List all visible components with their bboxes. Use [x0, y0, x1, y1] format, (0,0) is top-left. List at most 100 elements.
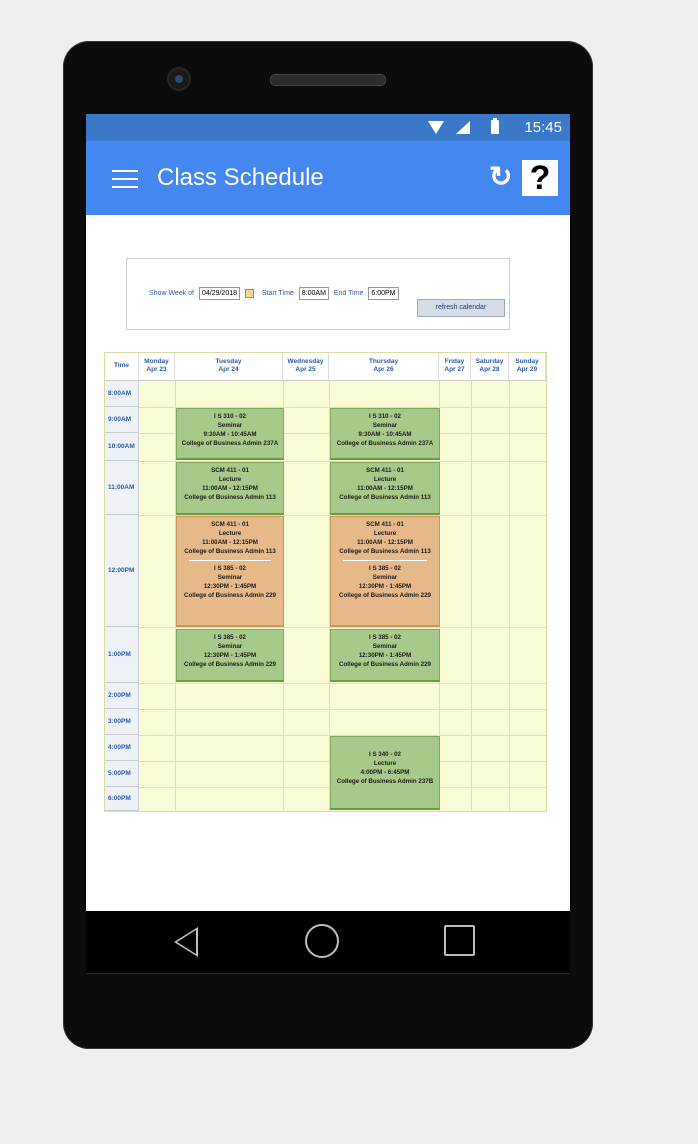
speaker-grille [270, 74, 386, 86]
end-time-label: End Time [333, 290, 364, 297]
event-location: College of Business Admin 113 [339, 548, 431, 555]
event-time: 9:30AM - 10:45AM [358, 431, 412, 438]
app-bar: Class Schedule ↻ ? [86, 141, 570, 215]
day-name: Friday [444, 358, 465, 365]
event-type: Lecture [218, 530, 242, 537]
day-header-wednesday: Wednesday Apr 25 [283, 353, 329, 381]
weekly-calendar: Time Monday Apr 23 Tuesday Apr 24 Wednesda… [104, 352, 547, 812]
grid-line [139, 683, 546, 684]
app-title: Class Schedule [157, 164, 324, 191]
event-course: SCM 411 - 01 [211, 521, 249, 528]
event-type: Seminar [372, 643, 398, 650]
show-week-label: Show Week of [149, 290, 195, 297]
time-label: 4:00PM [105, 735, 139, 761]
day-header-thursday: Thursday Apr 26 [329, 353, 439, 381]
phone-divider [86, 973, 570, 974]
event-separator [189, 560, 271, 561]
event-course: I S 385 - 02 [369, 565, 401, 572]
day-date: Apr 25 [295, 366, 316, 373]
day-header-friday: Friday Apr 27 [439, 353, 471, 381]
event-time: 11:00AM - 12:15PM [357, 485, 413, 492]
signal-icon [456, 121, 470, 134]
event-block[interactable]: I S 385 - 02 Seminar 12:30PM - 1:45PM Co… [176, 629, 284, 682]
event-separator [343, 560, 427, 561]
event-block-overlap[interactable]: SCM 411 - 01 Lecture 11:00AM - 12:15PM C… [176, 516, 284, 627]
event-location: College of Business Admin 113 [339, 494, 431, 501]
day-name: Saturday [475, 358, 504, 365]
time-label: 9:00AM [105, 407, 139, 433]
day-header-tuesday: Tuesday Apr 24 [175, 353, 283, 381]
event-block[interactable]: I S 310 - 02 Seminar 9:30AM - 10:45AM Co… [330, 408, 440, 460]
time-header: Time [105, 353, 139, 381]
day-name: Monday [144, 358, 169, 365]
time-label: 12:00PM [105, 515, 139, 627]
end-time-input[interactable]: 6:00PM [368, 287, 399, 300]
event-location: College of Business Admin 229 [184, 592, 276, 599]
event-course: I S 310 - 02 [214, 413, 246, 420]
grid-line [471, 381, 472, 811]
event-time: 11:00AM - 12:15PM [202, 485, 258, 492]
wifi-icon [428, 121, 444, 134]
time-label: 5:00PM [105, 761, 139, 787]
day-name: Sunday [515, 358, 539, 365]
menu-icon[interactable] [112, 170, 138, 188]
event-course: SCM 411 - 01 [366, 521, 404, 528]
event-block[interactable]: SCM 411 - 01 Lecture 11:00AM - 12:15PM C… [330, 462, 440, 515]
day-name: Tuesday [215, 358, 242, 365]
day-date: Apr 28 [479, 366, 500, 373]
event-time: 9:30AM - 10:45AM [203, 431, 257, 438]
event-time: 11:00AM - 12:15PM [357, 539, 413, 546]
grid-line [509, 381, 510, 811]
day-date: Apr 23 [146, 366, 167, 373]
event-type: Lecture [218, 476, 242, 483]
calendar-controls: Show Week of 04/29/2018 Start Time 8:00A… [126, 258, 510, 330]
day-name: Wednesday [287, 358, 324, 365]
event-time: 12:30PM - 1:45PM [203, 652, 257, 659]
event-course: SCM 411 - 01 [211, 467, 249, 474]
event-course: I S 340 - 02 [369, 751, 401, 758]
event-location: College of Business Admin 229 [339, 592, 431, 599]
start-time-input[interactable]: 8:00AM [298, 287, 329, 300]
time-label: 6:00PM [105, 787, 139, 811]
back-icon[interactable] [174, 927, 198, 957]
grid-line [139, 627, 546, 628]
event-time: 12:30PM - 1:45PM [358, 583, 412, 590]
event-course: SCM 411 - 01 [366, 467, 404, 474]
event-block[interactable]: I S 340 - 02 Lecture 4:00PM - 6:45PM Col… [330, 736, 440, 810]
event-location: College of Business Admin 113 [184, 494, 276, 501]
time-label: 8:00AM [105, 381, 139, 407]
battery-icon [491, 118, 499, 134]
refresh-calendar-button[interactable]: refresh calendar [417, 299, 505, 317]
event-block[interactable]: SCM 411 - 01 Lecture 11:00AM - 12:15PM C… [176, 462, 284, 515]
show-week-input[interactable]: 04/29/2018 [198, 287, 241, 300]
day-date: Apr 24 [218, 366, 239, 373]
event-time: 12:30PM - 1:45PM [203, 583, 257, 590]
event-type: Lecture [373, 476, 397, 483]
event-location: College of Business Admin 229 [339, 661, 431, 668]
event-block[interactable]: I S 310 - 02 Seminar 9:30AM - 10:45AM Co… [176, 408, 284, 460]
start-time-label: Start Time [261, 290, 294, 297]
calendar-picker-icon[interactable] [244, 289, 254, 298]
event-block[interactable]: I S 385 - 02 Seminar 12:30PM - 1:45PM Co… [330, 629, 440, 682]
event-time: 12:30PM - 1:45PM [358, 652, 412, 659]
camera-icon [169, 69, 189, 89]
time-label: 10:00AM [105, 433, 139, 461]
event-time: 4:00PM - 6:45PM [360, 769, 410, 776]
status-bar: 15:45 [86, 114, 570, 141]
event-type: Lecture [373, 760, 397, 767]
time-label: 3:00PM [105, 709, 139, 735]
day-header-monday: Monday Apr 23 [139, 353, 175, 381]
day-name: Thursday [368, 358, 399, 365]
event-type: Seminar [372, 422, 398, 429]
navigation-bar [86, 911, 570, 973]
event-block-overlap[interactable]: SCM 411 - 01 Lecture 11:00AM - 12:15PM C… [330, 516, 440, 627]
home-icon[interactable] [305, 924, 339, 958]
event-course: I S 385 - 02 [369, 634, 401, 641]
help-icon[interactable]: ? [522, 160, 558, 196]
event-location: College of Business Admin 237A [181, 440, 279, 447]
refresh-icon[interactable]: ↻ [489, 162, 512, 192]
time-label: 1:00PM [105, 627, 139, 683]
recent-apps-icon[interactable] [444, 925, 475, 956]
grid-line [139, 709, 546, 710]
time-label: 11:00AM [105, 461, 139, 515]
